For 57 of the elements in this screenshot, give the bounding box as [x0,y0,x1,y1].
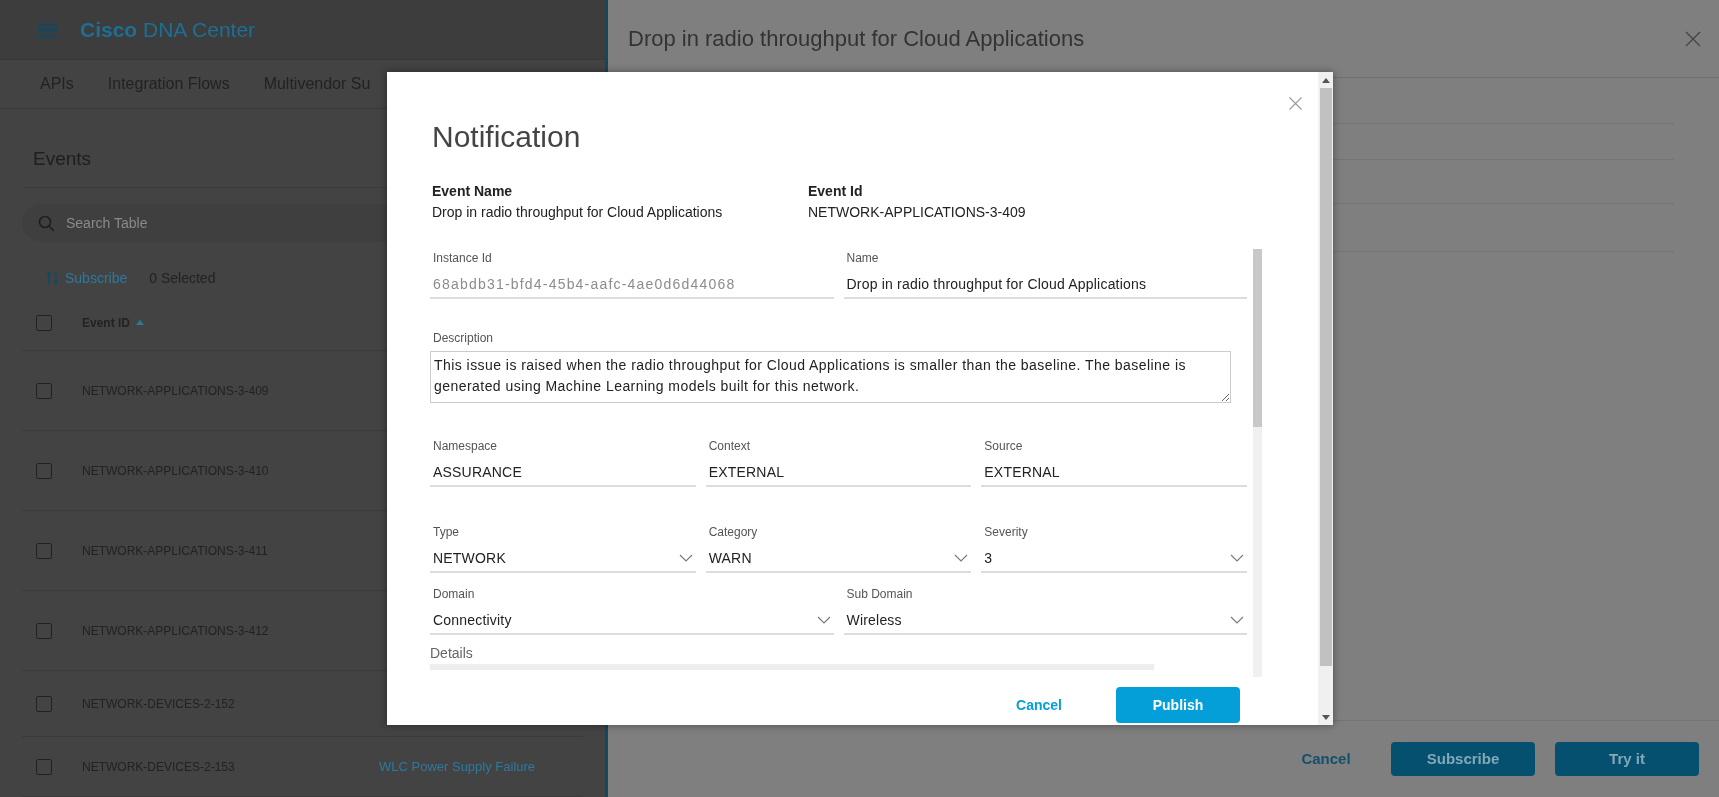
close-icon[interactable] [1685,30,1701,47]
chevron-down-icon [678,554,693,562]
checkbox[interactable] [36,622,52,639]
dialog-title: Notification [432,119,582,155]
field-label: Type [432,524,460,541]
dropdown-field[interactable]: Connectivity [430,607,834,635]
search-icon [38,214,55,232]
chevron-down-icon [1230,616,1244,624]
chevron-down-icon [816,616,831,624]
menu-icon[interactable] [38,22,58,37]
field-label: Event Name [432,182,514,201]
scrollbar[interactable] [1253,249,1262,677]
field-label: Name [845,250,880,267]
field-label: Description [432,330,495,347]
dropdown-field[interactable]: WARN [705,545,972,573]
field-label: Instance Id [432,250,493,267]
input-field[interactable]: EXTERNAL [705,459,972,487]
checkbox[interactable] [36,758,52,775]
description-field[interactable]: This issue is raised when the radio throughput for Cloud Applications is smaller than the baseline. The baseline is generated using Machine Learning models built for this network. [430,351,1231,403]
subscribe-icon [46,270,60,287]
field-label: Details [430,644,474,663]
field-label: Sub Domain [845,586,914,603]
field-label: Category [707,524,759,541]
app-title: Cisco DNA Center [80,16,256,43]
chevron-down-icon [1230,554,1244,562]
field-label: Domain [432,586,476,603]
input-field[interactable]: EXTERNAL [981,459,1247,487]
field-value: NETWORK-APPLICATIONS-3-409 [808,203,1027,222]
field-label: Event Id [808,182,864,201]
checkbox[interactable] [36,382,52,399]
scroll-down-icon[interactable] [1321,714,1330,720]
cancel-button[interactable]: Cancel [1010,687,1068,723]
sort-icon[interactable] [136,320,144,325]
dropdown-field[interactable]: 3 [981,545,1247,573]
dropdown-field[interactable]: NETWORK [430,545,696,573]
publish-button[interactable]: Publish [1116,687,1240,723]
scroll-up-icon[interactable] [1321,77,1330,83]
scrollbar[interactable] [1318,72,1333,725]
drawer-title: Drop in radio throughput for Cloud Applications [628,25,1085,53]
input-field[interactable]: Drop in radio throughput for Cloud Applications [843,271,1247,299]
event-link[interactable]: WLC Power Supply Failure [379,756,536,777]
cancel-button[interactable]: Cancel [1281,742,1371,776]
field-label: Source [983,438,1024,455]
checkbox[interactable] [36,462,52,479]
checkbox[interactable] [36,542,52,559]
checkbox[interactable] [36,314,52,331]
checkbox[interactable] [36,695,52,712]
subscribe-link[interactable]: Subscribe [46,267,128,289]
chevron-down-icon [954,554,969,562]
input-field[interactable]: ASSURANCE [430,459,696,487]
field-label: Severity [983,524,1029,541]
field-label: Context [707,438,751,455]
dropdown-field[interactable]: Wireless [843,607,1247,635]
close-icon[interactable] [1289,97,1302,110]
field-label: Namespace [432,438,499,455]
action-button[interactable]: Try it [1555,742,1699,776]
action-button[interactable]: Subscribe [1391,742,1535,776]
